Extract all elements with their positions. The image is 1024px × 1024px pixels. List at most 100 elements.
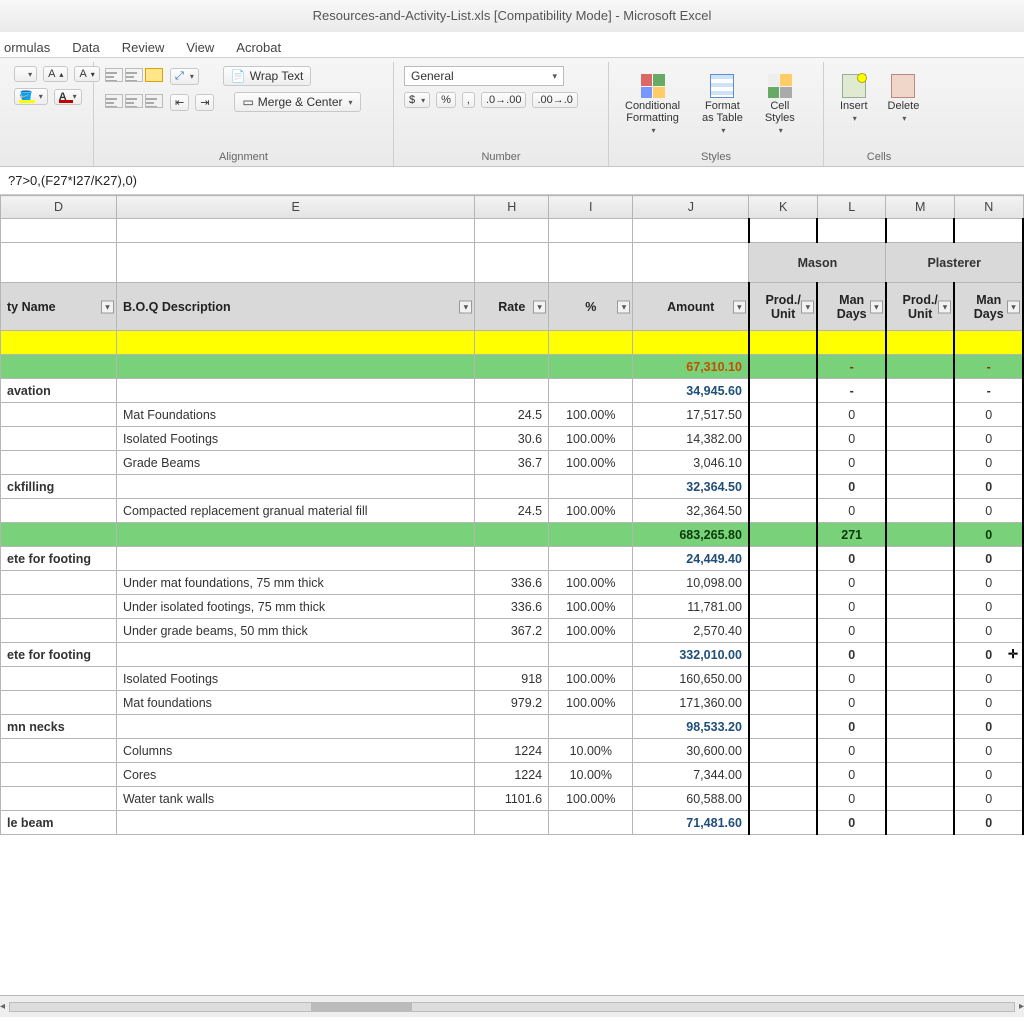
cell[interactable] — [475, 547, 549, 571]
cell[interactable] — [886, 451, 955, 475]
cell[interactable] — [116, 811, 474, 835]
cell[interactable] — [749, 427, 818, 451]
cell[interactable]: 0 — [954, 427, 1023, 451]
cell[interactable] — [749, 811, 818, 835]
delete-button[interactable]: Delete — [882, 72, 926, 125]
cell[interactable] — [886, 787, 955, 811]
cell[interactable] — [116, 523, 474, 547]
cell[interactable]: 100.00% — [549, 787, 633, 811]
orientation-button[interactable]: ⤢ — [170, 68, 199, 85]
cell[interactable]: 24.5 — [475, 499, 549, 523]
worksheet[interactable]: DEHIJKLMNMasonPlastererty Name▾B.O.Q Des… — [0, 195, 1024, 995]
cell[interactable]: 1224 — [475, 739, 549, 763]
cell[interactable]: 0 — [954, 691, 1023, 715]
cell[interactable] — [475, 715, 549, 739]
cell[interactable] — [116, 331, 474, 355]
cell[interactable]: 0 — [954, 547, 1023, 571]
column-header-J[interactable]: J — [633, 196, 749, 219]
cell[interactable] — [749, 331, 818, 355]
filter-icon[interactable]: ▾ — [533, 300, 546, 313]
insert-button[interactable]: Insert — [834, 72, 874, 125]
horizontal-scrollbar[interactable]: ◂ ▸ — [0, 995, 1024, 1017]
tab-acrobat[interactable]: Acrobat — [236, 40, 281, 55]
cell[interactable] — [749, 547, 818, 571]
cell[interactable] — [1, 499, 117, 523]
cell[interactable]: Under mat foundations, 75 mm thick — [116, 571, 474, 595]
cell[interactable]: 0 — [817, 739, 886, 763]
cell[interactable] — [549, 547, 633, 571]
decrease-indent-button[interactable]: ⇤ — [170, 94, 189, 111]
cell[interactable]: 918 — [475, 667, 549, 691]
cell[interactable]: 0 — [817, 643, 886, 667]
cell[interactable] — [633, 219, 749, 243]
field-header[interactable]: Man Days▾ — [954, 283, 1023, 331]
cell[interactable] — [1, 739, 117, 763]
cell[interactable] — [749, 619, 818, 643]
cell[interactable]: 3,046.10 — [633, 451, 749, 475]
cell[interactable]: Under grade beams, 50 mm thick — [116, 619, 474, 643]
cell[interactable]: Under isolated footings, 75 mm thick — [116, 595, 474, 619]
field-header[interactable]: ty Name▾ — [1, 283, 117, 331]
cell[interactable] — [886, 715, 955, 739]
filter-icon[interactable]: ▾ — [459, 300, 472, 313]
filter-icon[interactable]: ▾ — [870, 300, 883, 313]
cell[interactable] — [549, 379, 633, 403]
field-header[interactable]: Prod./ Unit▾ — [886, 283, 955, 331]
cell[interactable] — [475, 811, 549, 835]
cell[interactable]: 0 — [817, 787, 886, 811]
increase-font-button[interactable]: A▴ — [43, 66, 68, 82]
field-header[interactable]: Prod./ Unit▾ — [749, 283, 818, 331]
increase-indent-button[interactable]: ⇥ — [195, 94, 214, 111]
cell[interactable] — [749, 379, 818, 403]
cell[interactable] — [1, 403, 117, 427]
formula-bar[interactable]: ?7>0,(F27*I27/K27),0) — [0, 167, 1024, 195]
cell[interactable]: - — [954, 355, 1023, 379]
cell[interactable]: - — [954, 379, 1023, 403]
cell[interactable]: 0 — [954, 475, 1023, 499]
cell[interactable]: 36.7 — [475, 451, 549, 475]
cell[interactable] — [886, 763, 955, 787]
cell[interactable] — [1, 691, 117, 715]
cell[interactable] — [886, 427, 955, 451]
cell[interactable] — [886, 691, 955, 715]
filter-icon[interactable]: ▾ — [1007, 300, 1020, 313]
cell[interactable]: 7,344.00 — [633, 763, 749, 787]
cell[interactable] — [886, 219, 955, 243]
cell[interactable]: 0 — [954, 571, 1023, 595]
cell[interactable]: 171,360.00 — [633, 691, 749, 715]
cell[interactable] — [1, 763, 117, 787]
cell[interactable] — [549, 811, 633, 835]
field-header[interactable]: Man Days▾ — [817, 283, 886, 331]
cell[interactable]: 160,650.00 — [633, 667, 749, 691]
column-header-K[interactable]: K — [749, 196, 818, 219]
fill-color-button[interactable]: 🪣 — [14, 88, 48, 105]
cell[interactable] — [749, 667, 818, 691]
cell[interactable] — [1, 667, 117, 691]
cell[interactable]: 32,364.50 — [633, 499, 749, 523]
field-header[interactable]: Amount▾ — [633, 283, 749, 331]
cell[interactable] — [1, 355, 117, 379]
cell[interactable]: 0 — [817, 571, 886, 595]
cell[interactable]: 336.6 — [475, 571, 549, 595]
cell[interactable] — [749, 763, 818, 787]
cell[interactable]: Mat Foundations — [116, 403, 474, 427]
cell[interactable]: 0 — [817, 691, 886, 715]
cell[interactable] — [549, 355, 633, 379]
cell[interactable] — [886, 571, 955, 595]
cell[interactable]: Columns — [116, 739, 474, 763]
cell[interactable]: - — [817, 355, 886, 379]
column-header-L[interactable]: L — [817, 196, 886, 219]
cell[interactable] — [749, 355, 818, 379]
cell[interactable]: 34,945.60 — [633, 379, 749, 403]
merge-center-button[interactable]: ▭ Merge & Center — [234, 92, 360, 112]
cell[interactable]: Grade Beams — [116, 451, 474, 475]
cell[interactable]: 30,600.00 — [633, 739, 749, 763]
filter-icon[interactable]: ▾ — [101, 300, 114, 313]
cell[interactable]: 683,265.80 — [633, 523, 749, 547]
cell[interactable] — [116, 355, 474, 379]
cell[interactable]: 100.00% — [549, 619, 633, 643]
cell[interactable] — [749, 499, 818, 523]
decrease-decimal-button[interactable]: .00→.0 — [532, 92, 577, 108]
cell[interactable]: 271 — [817, 523, 886, 547]
cell[interactable] — [749, 451, 818, 475]
